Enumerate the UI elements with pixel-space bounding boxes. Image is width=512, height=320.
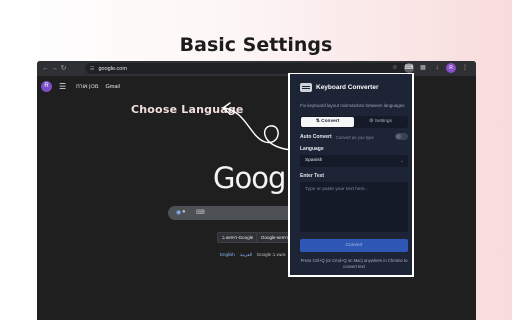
address-url: google.com bbox=[98, 65, 127, 72]
language-select[interactable]: Spanish ⌄ bbox=[300, 155, 408, 167]
convert-button[interactable]: Convert bbox=[300, 239, 408, 252]
popup-tabs: ⇅ Convert ⚙ Settings bbox=[300, 116, 408, 128]
reload-icon[interactable]: ↻ bbox=[59, 61, 68, 76]
google-search-input[interactable]: ◉ ● ⌨ bbox=[168, 206, 294, 220]
auto-convert-label: Auto Convert bbox=[300, 134, 332, 140]
auto-convert-row: Auto Convert Convert as you type bbox=[300, 133, 408, 140]
lang-offer-text: Google מוצע ב bbox=[256, 252, 286, 257]
extension-keyboard-icon[interactable]: ⌨ bbox=[404, 63, 414, 73]
chevron-down-icon: ⌄ bbox=[399, 158, 404, 164]
google-logo-text: Google bbox=[213, 161, 293, 195]
back-icon[interactable]: ← bbox=[41, 61, 50, 76]
account-avatar[interactable]: R bbox=[41, 81, 52, 92]
lens-icon[interactable]: ◉ bbox=[176, 209, 181, 216]
tab-settings-label: Settings bbox=[374, 119, 392, 124]
settings-gear-icon: ⚙ bbox=[369, 119, 374, 124]
extension-popup: Keyboard Converter Fix keyboard layout m… bbox=[288, 73, 414, 277]
nav-link-gmail[interactable]: Gmail bbox=[106, 84, 120, 90]
tab-convert[interactable]: ⇅ Convert bbox=[301, 117, 354, 127]
text-input-area[interactable]: Type or paste your text here... bbox=[300, 182, 408, 232]
download-icon[interactable]: ↓ bbox=[432, 63, 442, 73]
feeling-lucky-button[interactable]: חיפוש ב-Google bbox=[217, 232, 259, 243]
popup-description: Fix keyboard layout mismatches between l… bbox=[300, 103, 405, 108]
forward-icon[interactable]: → bbox=[50, 61, 59, 76]
language-offer: English العربية Google מוצע ב bbox=[220, 252, 286, 258]
shortcut-hint: Press Ctrl+Q (or Cmd+Q on Mac) anywhere … bbox=[300, 258, 408, 269]
language-select-value: Spanish bbox=[305, 158, 323, 163]
site-info-icon[interactable]: ☰ bbox=[90, 66, 94, 72]
convert-tab-icon: ⇅ bbox=[315, 119, 320, 124]
nav-link-images[interactable]: מכון אורח bbox=[76, 84, 98, 90]
annotation-label: Choose Language bbox=[131, 103, 244, 116]
keyboard-logo-icon bbox=[300, 83, 312, 92]
tab-settings[interactable]: ⚙ Settings bbox=[354, 117, 407, 127]
enter-text-label: Enter Text bbox=[300, 173, 325, 179]
google-logo: Google bbox=[213, 161, 293, 195]
apps-grid-icon[interactable]: ☰ bbox=[59, 82, 66, 91]
bookmark-star-icon[interactable]: ☆ bbox=[390, 63, 400, 73]
lang-link-arabic[interactable]: العربية bbox=[240, 252, 252, 257]
language-label: Language bbox=[300, 146, 324, 152]
extensions-puzzle-icon[interactable]: ▦ bbox=[418, 63, 428, 73]
profile-avatar[interactable]: R bbox=[446, 63, 456, 73]
lang-link-english[interactable]: English bbox=[220, 252, 235, 257]
keyboard-icon[interactable]: ⌨ bbox=[196, 209, 205, 216]
auto-convert-hint: Convert as you type bbox=[335, 134, 374, 140]
menu-dots-icon[interactable]: ⋮ bbox=[460, 63, 470, 73]
promo-title: Basic Settings bbox=[179, 34, 333, 56]
mic-icon[interactable]: ● bbox=[182, 209, 186, 215]
tab-convert-label: Convert bbox=[321, 119, 340, 124]
auto-convert-toggle[interactable] bbox=[395, 133, 408, 140]
popup-title: Keyboard Converter bbox=[316, 84, 379, 91]
